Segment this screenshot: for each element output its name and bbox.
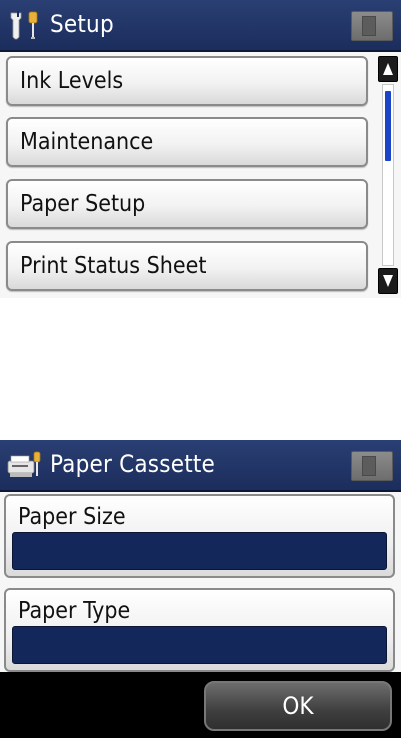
- menu-item-maintenance[interactable]: Maintenance: [6, 117, 368, 167]
- paper-size-value: [12, 532, 387, 570]
- ok-button[interactable]: OK: [204, 681, 392, 731]
- setup-menu-list: Ink Levels Maintenance Paper Setup Print…: [0, 52, 401, 298]
- scroll-track[interactable]: [382, 84, 394, 266]
- scroll-down-button[interactable]: [378, 268, 398, 294]
- menu-item-label: Print Status Sheet: [20, 253, 207, 279]
- scrollbar[interactable]: [378, 56, 398, 294]
- scroll-thumb[interactable]: [385, 91, 391, 161]
- cassette-title-bar: Paper Cassette: [0, 440, 401, 492]
- paper-type-value: [12, 626, 387, 664]
- menu-item-ink-levels[interactable]: Ink Levels: [6, 56, 368, 106]
- menu-item-label: Maintenance: [20, 129, 154, 155]
- menu-item-label: Ink Levels: [20, 68, 124, 94]
- paper-size-field[interactable]: Paper Size: [4, 494, 395, 578]
- page-title: Setup: [50, 10, 114, 38]
- setup-screen: Setup Ink Levels Maintenance Paper Setup…: [0, 0, 401, 298]
- cassette-field-list: Paper Size Paper Type: [0, 492, 401, 672]
- menu-item-print-status-sheet[interactable]: Print Status Sheet: [6, 241, 368, 291]
- paper-type-label: Paper Type: [18, 598, 131, 624]
- printer-wrench-icon: [7, 451, 41, 477]
- menu-item-paper-setup[interactable]: Paper Setup: [6, 179, 368, 229]
- menu-item-label: Paper Setup: [20, 191, 146, 217]
- paper-size-label: Paper Size: [18, 504, 126, 530]
- page-title: Paper Cassette: [50, 450, 216, 478]
- memory-card-icon: [351, 451, 393, 481]
- arrow-down-icon: [383, 275, 393, 287]
- wrench-screwdriver-icon: [10, 11, 38, 40]
- memory-card-icon: [351, 11, 393, 41]
- arrow-up-icon: [383, 63, 393, 75]
- paper-cassette-screen: Paper Cassette Paper Size Paper Type OK: [0, 440, 401, 738]
- scroll-up-button[interactable]: [378, 56, 398, 82]
- setup-title-bar: Setup: [0, 0, 401, 52]
- paper-type-field[interactable]: Paper Type: [4, 588, 395, 672]
